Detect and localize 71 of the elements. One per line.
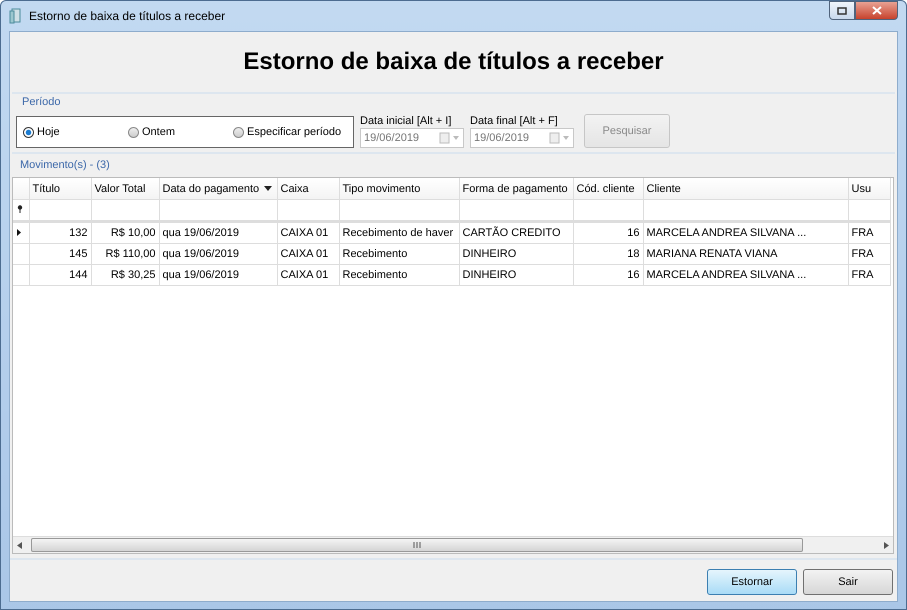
table-cell: DINHEIRO	[459, 244, 573, 264]
table-cell: 145	[29, 244, 91, 264]
column-header[interactable]: Cód. cliente	[573, 178, 643, 200]
table-cell: MARCELA ANDREA SILVANA ...	[643, 222, 848, 244]
table-cell: R$ 110,00	[91, 244, 159, 264]
filter-cell[interactable]	[459, 200, 573, 222]
column-header[interactable]: Tipo movimento	[339, 178, 459, 200]
filter-cell[interactable]	[159, 200, 277, 222]
column-header[interactable]: Título	[29, 178, 91, 200]
radio-option[interactable]: Especificar período	[233, 126, 342, 138]
table-cell: qua 19/06/2019	[159, 222, 277, 244]
table-cell: qua 19/06/2019	[159, 244, 277, 264]
table-cell: Recebimento	[339, 264, 459, 286]
table-cell: 144	[29, 264, 91, 286]
column-header[interactable]: Forma de pagamento	[459, 178, 573, 200]
row-indicator[interactable]	[13, 222, 29, 244]
table-cell: CAIXA 01	[277, 222, 339, 244]
document-icon	[9, 8, 23, 24]
table-cell: R$ 10,00	[91, 222, 159, 244]
section-label: Movimento(s) - (3)	[19, 159, 110, 171]
table-cell: CAIXA 01	[277, 264, 339, 286]
filter-cell[interactable]	[643, 200, 848, 222]
sort-down-icon	[264, 186, 272, 191]
column-header[interactable]: Usu	[848, 178, 890, 200]
filter-cell[interactable]	[29, 200, 91, 222]
radio-option[interactable]: Hoje	[23, 126, 128, 138]
table-cell: qua 19/06/2019	[159, 264, 277, 286]
date-label: Data inicial [Alt + I]	[360, 115, 452, 127]
table-cell: FRA	[848, 264, 890, 286]
restore-button[interactable]	[829, 1, 855, 20]
page-title: Estorno de baixa de títulos a receber	[243, 48, 664, 76]
grip-icon	[413, 542, 421, 548]
table-cell: DINHEIRO	[459, 264, 573, 286]
column-header[interactable]: Valor Total	[91, 178, 159, 200]
filter-cell[interactable]	[848, 200, 890, 222]
current-row-icon	[17, 229, 21, 236]
table-cell: MARIANA RENATA VIANA	[643, 244, 848, 264]
table-cell: R$ 30,25	[91, 264, 159, 286]
calendar-dropdown-icon	[549, 132, 571, 144]
table-cell: 16	[573, 264, 643, 286]
table-cell: FRA	[848, 244, 890, 264]
window-title: Estorno de baixa de títulos a receber	[29, 9, 226, 23]
table-cell: 132	[29, 222, 91, 244]
close-button[interactable]	[855, 1, 898, 20]
date-label: Data final [Alt + F]	[470, 115, 559, 127]
radio-option[interactable]: Ontem	[128, 126, 233, 138]
table-cell: FRA	[848, 222, 890, 244]
table-cell: CAIXA 01	[277, 244, 339, 264]
scroll-left-icon	[17, 542, 23, 548]
column-header[interactable]: Cliente	[643, 178, 848, 200]
table-cell: 18	[573, 244, 643, 264]
table-cell: MARCELA ANDREA SILVANA ...	[643, 264, 848, 286]
dialog-button[interactable]: Estornar	[707, 569, 797, 595]
filter-cell[interactable]	[277, 200, 339, 222]
scroll-right-icon	[883, 542, 889, 548]
table-cell: Recebimento de haver	[339, 222, 459, 244]
filter-cell[interactable]	[91, 200, 159, 222]
filter-cell[interactable]	[339, 200, 459, 222]
restore-icon	[837, 6, 847, 14]
pin-icon	[17, 205, 23, 213]
table-cell: Recebimento	[339, 244, 459, 264]
group-label: Período	[21, 96, 61, 108]
table-cell: CARTÃO CREDITO	[459, 222, 573, 244]
table-cell: 16	[573, 222, 643, 244]
horizontal-scrollbar[interactable]	[13, 536, 893, 553]
filter-cell[interactable]	[573, 200, 643, 222]
close-icon	[872, 6, 882, 15]
calendar-dropdown-icon	[439, 132, 461, 144]
column-header[interactable]: Data do pagamento	[159, 178, 277, 200]
column-header[interactable]: Caixa	[277, 178, 339, 200]
dialog-button[interactable]: Sair	[803, 569, 893, 595]
